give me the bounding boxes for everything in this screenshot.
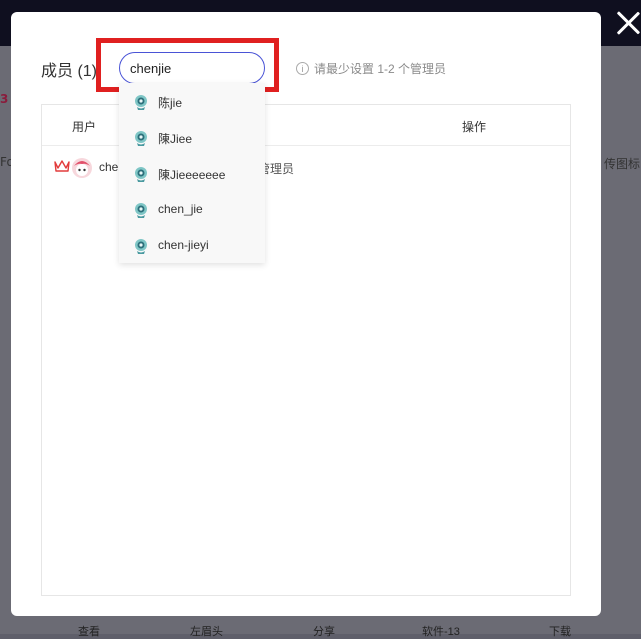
bottom-item: 下载 — [549, 626, 571, 638]
column-header-user: 用户 — [72, 120, 97, 134]
admin-hint-text: 请最少设置 1-2 个管理员 — [314, 62, 447, 76]
suggestion-item[interactable]: chen-jieyi — [119, 227, 265, 263]
suggestion-label: 陳Jieeeeeee — [158, 168, 226, 182]
user-avatar-icon — [135, 239, 147, 254]
suggestion-label: 陈jie — [158, 96, 183, 110]
close-icon[interactable] — [615, 10, 641, 36]
members-title: 成员 (1) — [41, 63, 98, 80]
avatar — [72, 158, 92, 178]
background-bottom-bar: 查看 左眉头 分享 软件-13 下载 — [0, 620, 641, 638]
bottom-item: 分享 — [313, 626, 335, 638]
member-search-input[interactable] — [119, 52, 265, 84]
background-accent-text: 3 — [0, 92, 9, 106]
search-suggestions: 陈jie 陳Jiee 陳Jieeeeeee chen_jie chen-jiey… — [119, 83, 265, 263]
background-right-text: 传图标 — [604, 157, 641, 171]
suggestion-label: chen-jieyi — [158, 238, 209, 252]
suggestion-item[interactable]: 陈jie — [119, 83, 265, 119]
info-icon: i — [296, 62, 309, 75]
suggestion-item[interactable]: 陳Jieeeeeee — [119, 155, 265, 191]
bottom-item: 查看 — [78, 626, 100, 638]
suggestion-item[interactable]: 陳Jiee — [119, 119, 265, 155]
suggestion-item[interactable]: chen_jie — [119, 191, 265, 227]
user-avatar-icon — [135, 131, 147, 146]
column-header-actions: 操作 — [462, 120, 487, 134]
user-avatar-icon — [135, 167, 147, 182]
admin-hint: i 请最少设置 1-2 个管理员 — [296, 60, 446, 77]
suggestion-label: 陳Jiee — [158, 132, 193, 146]
user-avatar-icon — [135, 203, 147, 218]
bottom-item: 软件-13 — [422, 626, 460, 638]
bottom-item: 左眉头 — [190, 626, 223, 638]
crown-icon — [54, 160, 70, 172]
user-avatar-icon — [135, 95, 147, 110]
suggestion-label: chen_jie — [158, 202, 203, 216]
